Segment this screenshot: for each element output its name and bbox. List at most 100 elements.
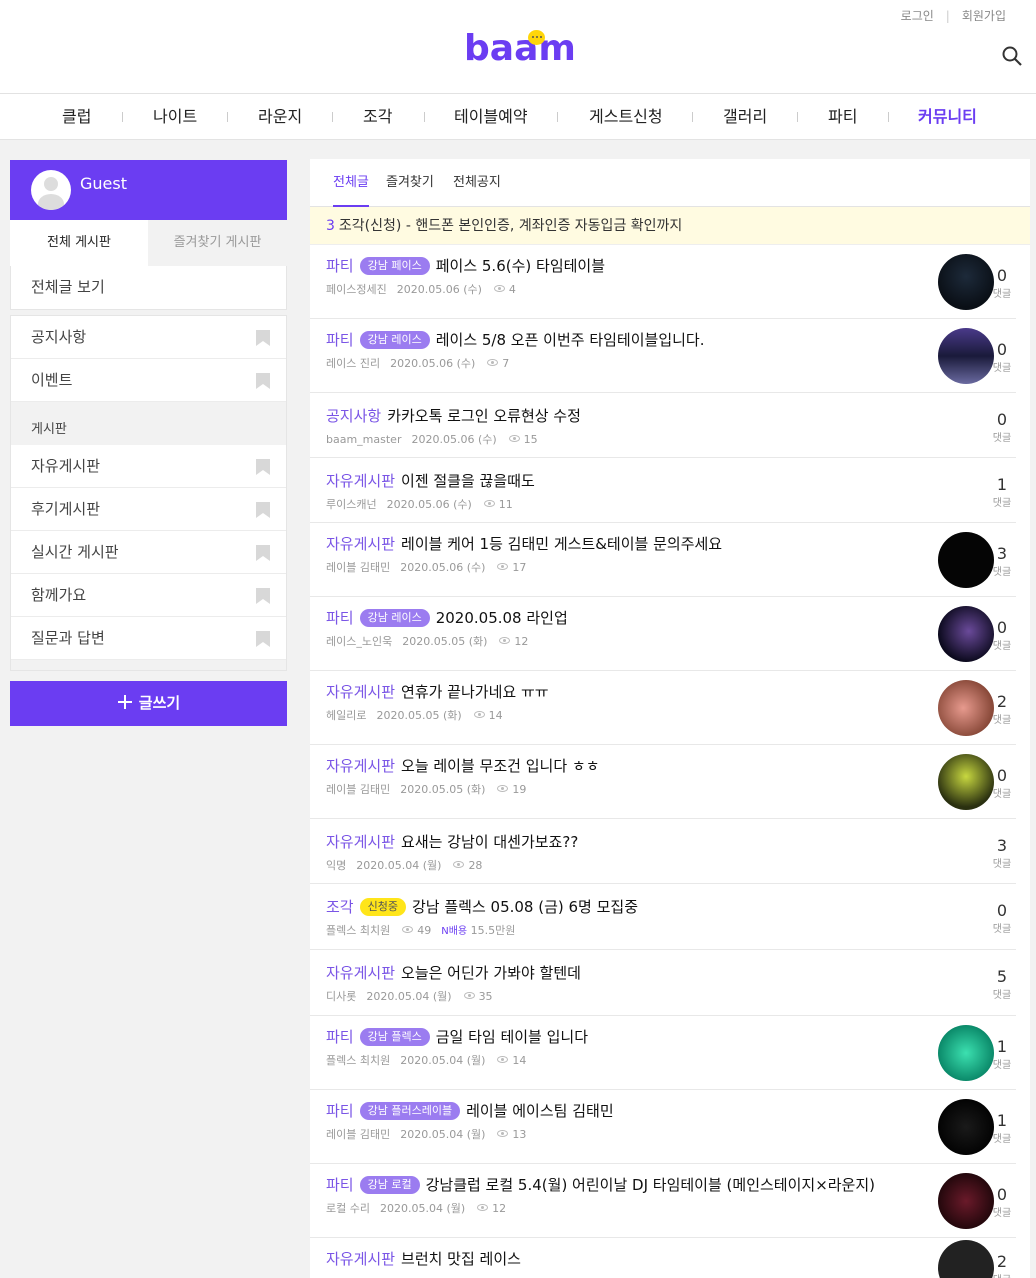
tab-all-boards[interactable]: 전체 게시판: [10, 220, 148, 266]
post-title-line[interactable]: 자유게시판 오늘은 어딘가 가봐야 할텐데: [326, 962, 581, 983]
post-category[interactable]: 파티: [326, 331, 354, 349]
post-row[interactable]: 파티 강남 레이스 레이스 5/8 오픈 이번주 타임테이블입니다. 레이스 진리 20…: [310, 319, 1016, 393]
post-title-line[interactable]: 파티 강남 레이스 레이스 5/8 오픈 이번주 타임테이블입니다.: [326, 329, 705, 350]
post-row[interactable]: 자유게시판 오늘 레이블 무조건 입니다 ㅎㅎ 레이블 김태민 2020.05.05 …: [310, 745, 1016, 819]
tab-all-notices[interactable]: 전체공지: [453, 159, 501, 207]
post-row[interactable]: 자유게시판 연휴가 끝나가네요 ㅠㅠ 헤일리로 2020.05.05 (화) 14 2 댓글: [310, 671, 1016, 745]
post-title-line[interactable]: 파티 강남 플러스레이블 레이블 에이스팀 김태민: [326, 1100, 614, 1121]
bookmark-icon[interactable]: [256, 330, 270, 346]
post-category[interactable]: 자유게시판: [326, 964, 395, 982]
bookmark-icon[interactable]: [256, 588, 270, 604]
post-category[interactable]: 자유게시판: [326, 833, 395, 851]
post-row[interactable]: 자유게시판 레이블 케어 1등 김태민 게스트&테이블 문의주세요 레이블 김태민 2…: [310, 523, 1016, 597]
bookmark-icon[interactable]: [256, 545, 270, 561]
tab-all-posts[interactable]: 전체글: [333, 159, 369, 207]
post-title-line[interactable]: 공지사항 카카오톡 로그인 오류현상 수정: [326, 405, 581, 426]
sidebar-item-free-board[interactable]: 자유게시판: [11, 445, 286, 488]
post-row[interactable]: 자유게시판 요새는 강남이 대센가보죠?? 익명 2020.05.04 (월) 28 3 댓…: [310, 819, 1016, 884]
post-title[interactable]: 요새는 강남이 대센가보죠??: [401, 833, 578, 851]
nav-share[interactable]: 조각: [363, 94, 392, 140]
post-row[interactable]: 파티 강남 플러스레이블 레이블 에이스팀 김태민 레이블 김태민 2020.05.04…: [310, 1090, 1016, 1164]
nav-lounge[interactable]: 라운지: [258, 94, 302, 140]
tab-favorites[interactable]: 즐겨찾기: [386, 159, 434, 207]
sidebar-item-go-together[interactable]: 함께가요: [11, 574, 286, 617]
post-title[interactable]: 오늘 레이블 무조건 입니다 ㅎㅎ: [401, 757, 599, 775]
post-title[interactable]: 오늘은 어딘가 가봐야 할텐데: [401, 964, 581, 982]
post-author: 레이블 김태민: [326, 1128, 391, 1141]
post-title-line[interactable]: 파티 강남 플렉스 금일 타임 테이블 입니다: [326, 1026, 588, 1047]
nav-night[interactable]: 나이트: [153, 94, 197, 140]
bookmark-icon[interactable]: [256, 502, 270, 518]
post-title-line[interactable]: 자유게시판 요새는 강남이 대센가보죠??: [326, 831, 578, 852]
post-title[interactable]: 금일 타임 테이블 입니다: [436, 1028, 588, 1046]
post-title-line[interactable]: 자유게시판 브런치 맛집 레이스: [326, 1248, 521, 1269]
post-title[interactable]: 이젠 절클을 끊을때도: [401, 472, 535, 490]
post-title[interactable]: 강남 플렉스 05.08 (금) 6명 모집중: [412, 898, 638, 916]
post-title[interactable]: 강남클럽 로컬 5.4(월) 어린이날 DJ 타임테이블 (메인스테이지×라운지…: [426, 1176, 875, 1194]
post-category[interactable]: 파티: [326, 1028, 354, 1046]
post-row[interactable]: 자유게시판브런치 맛집 레이스2댓글: [310, 1238, 1016, 1278]
nav-community[interactable]: 커뮤니티: [918, 94, 977, 140]
sidebar-item-notice[interactable]: 공지사항: [11, 316, 286, 359]
post-title[interactable]: 레이블 케어 1등 김태민 게스트&테이블 문의주세요: [401, 535, 722, 553]
post-title-line[interactable]: 파티 강남 페이스 페이스 5.6(수) 타임테이블: [326, 255, 605, 276]
post-category[interactable]: 파티: [326, 1176, 354, 1194]
bookmark-icon[interactable]: [256, 373, 270, 389]
post-title[interactable]: 2020.05.08 라인업: [436, 609, 568, 627]
post-category[interactable]: 자유게시판: [326, 535, 395, 553]
post-category[interactable]: 자유게시판: [326, 472, 395, 490]
post-row[interactable]: 자유게시판 오늘은 어딘가 가봐야 할텐데 디사롯 2020.05.04 (월) 35 5…: [310, 950, 1016, 1016]
post-row[interactable]: 파티 강남 레이스 2020.05.08 라인업 레이스_노인욱 2020.05.05 …: [310, 597, 1016, 671]
sidebar-item-realtime-board[interactable]: 실시간 게시판: [11, 531, 286, 574]
baam-logo[interactable]: baam: [464, 28, 576, 74]
sidebar-item-qna[interactable]: 질문과 답변: [11, 617, 286, 660]
nav-club[interactable]: 클럽: [62, 94, 91, 140]
post-category[interactable]: 자유게시판: [326, 757, 395, 775]
post-title-line[interactable]: 파티 강남 레이스 2020.05.08 라인업: [326, 607, 568, 628]
post-title-line[interactable]: 자유게시판 레이블 케어 1등 김태민 게스트&테이블 문의주세요: [326, 533, 722, 554]
tab-favorite-boards[interactable]: 즐겨찾기 게시판: [148, 220, 287, 266]
notice-banner[interactable]: 3 조각(신청) - 핸드폰 본인인증, 계좌인증 자동입금 확인까지: [310, 207, 1030, 245]
comment-count: 3 댓글: [982, 836, 1022, 870]
post-title-line[interactable]: 자유게시판 오늘 레이블 무조건 입니다 ㅎㅎ: [326, 755, 600, 776]
signup-link[interactable]: 회원가입: [962, 7, 1006, 24]
bookmark-icon[interactable]: [256, 631, 270, 647]
sidebar-item-review-board[interactable]: 후기게시판: [11, 488, 286, 531]
post-row[interactable]: 자유게시판 이젠 절클을 끊을때도 루이스캐넌 2020.05.06 (수) 11 1 댓글: [310, 458, 1016, 523]
comment-number: 0: [996, 266, 1008, 285]
post-title[interactable]: 레이스 5/8 오픈 이번주 타임테이블입니다.: [436, 331, 705, 349]
write-button[interactable]: 글쓰기: [10, 681, 287, 726]
post-category[interactable]: 공지사항: [326, 407, 381, 425]
post-row[interactable]: 파티 강남 로컬 강남클럽 로컬 5.4(월) 어린이날 DJ 타임테이블 (메인스…: [310, 1164, 1016, 1238]
post-category[interactable]: 자유게시판: [326, 683, 395, 701]
post-title[interactable]: 레이블 에이스팀 김태민: [466, 1102, 614, 1120]
post-title-line[interactable]: 자유게시판 이젠 절클을 끊을때도: [326, 470, 535, 491]
post-title-line[interactable]: 자유게시판 연휴가 끝나가네요 ㅠㅠ: [326, 681, 549, 702]
post-title-line[interactable]: 파티 강남 로컬 강남클럽 로컬 5.4(월) 어린이날 DJ 타임테이블 (메인스…: [326, 1174, 875, 1195]
post-title[interactable]: 연휴가 끝나가네요 ㅠㅠ: [401, 683, 549, 701]
comment-label: 댓글: [992, 567, 1012, 578]
post-category[interactable]: 파티: [326, 1102, 354, 1120]
post-title[interactable]: 페이스 5.6(수) 타임테이블: [436, 257, 605, 275]
sidebar-item-event[interactable]: 이벤트: [11, 359, 286, 402]
nav-gallery[interactable]: 갤러리: [723, 94, 767, 140]
post-title[interactable]: 브런치 맛집 레이스: [401, 1250, 521, 1268]
post-title[interactable]: 카카오톡 로그인 오류현상 수정: [387, 407, 581, 425]
post-row[interactable]: 공지사항 카카오톡 로그인 오류현상 수정 baam_master 2020.05.0…: [310, 393, 1016, 458]
post-row[interactable]: 조각 신청중 강남 플렉스 05.08 (금) 6명 모집중 플렉스 최치원 49 N배용…: [310, 884, 1016, 950]
nav-party[interactable]: 파티: [828, 94, 857, 140]
post-category[interactable]: 자유게시판: [326, 1250, 395, 1268]
bookmark-icon[interactable]: [256, 459, 270, 475]
search-icon[interactable]: [1002, 46, 1022, 66]
post-category[interactable]: 파티: [326, 609, 354, 627]
post-category[interactable]: 파티: [326, 257, 354, 275]
post-row[interactable]: 파티 강남 페이스 페이스 5.6(수) 타임테이블 페이스정세진 2020.05.06…: [310, 245, 1016, 319]
nav-guest-request[interactable]: 게스트신청: [589, 94, 663, 140]
post-category[interactable]: 조각: [326, 898, 354, 916]
post-title-line[interactable]: 조각 신청중 강남 플렉스 05.08 (금) 6명 모집중: [326, 896, 638, 917]
comment-label: 댓글: [992, 497, 1012, 509]
login-link[interactable]: 로그인: [901, 7, 934, 24]
sidebar-item-all-posts[interactable]: 전체글 보기: [11, 266, 286, 309]
post-row[interactable]: 파티 강남 플렉스 금일 타임 테이블 입니다 플렉스 최치원 2020.05.04 (…: [310, 1016, 1016, 1090]
nav-table-booking[interactable]: 테이블예약: [454, 94, 528, 140]
